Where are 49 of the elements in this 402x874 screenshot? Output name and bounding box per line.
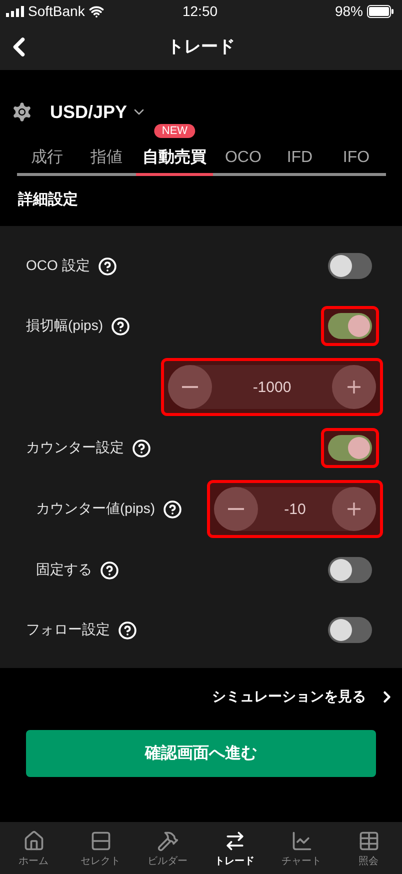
battery-percent: 98%: [334, 3, 364, 19]
help-icon[interactable]: [100, 560, 119, 580]
toggle-switch[interactable]: [328, 617, 372, 643]
setting-label: カウンター値(pips): [36, 500, 156, 518]
stepper-value: -1000: [252, 378, 292, 396]
signal-icon: [6, 6, 24, 16]
tab-bar-item[interactable]: トレード: [201, 822, 268, 874]
plus-button[interactable]: [332, 487, 376, 531]
tab-bar-item[interactable]: ホーム: [0, 822, 67, 874]
confirm-button[interactable]: 確認画面へ進む: [26, 730, 376, 777]
two-rows-icon: [90, 830, 112, 852]
chart-icon: [290, 830, 312, 852]
help-icon[interactable]: [132, 438, 151, 458]
hammer-icon: [156, 830, 178, 852]
battery-icon: [367, 4, 394, 18]
order-tab[interactable]: IFO: [326, 142, 386, 176]
order-tab[interactable]: OCO: [213, 142, 273, 176]
home-icon: [22, 830, 44, 852]
tab-bar-item[interactable]: ビルダー: [134, 822, 201, 874]
setting-label: カウンター設定: [26, 439, 124, 457]
wifi-icon: [88, 4, 104, 18]
toggle-switch[interactable]: [328, 253, 372, 279]
help-icon[interactable]: [98, 256, 117, 276]
help-icon[interactable]: [163, 500, 182, 518]
order-tab[interactable]: 指値: [76, 142, 136, 176]
setting-label: フォロー設定: [26, 621, 110, 639]
stepper-value: -10: [284, 500, 306, 518]
section-title: 詳細設定: [16, 190, 79, 210]
screen-title: トレード: [167, 36, 235, 58]
minus-icon: [228, 508, 244, 510]
setting-label: 固定する: [36, 561, 92, 579]
carrier-name: SoftBank: [28, 3, 85, 19]
setting-label: OCO 設定: [26, 257, 90, 275]
simulation-link[interactable]: シミュレーションを見る: [212, 688, 396, 706]
help-icon[interactable]: [118, 620, 137, 640]
plus-button[interactable]: [332, 365, 376, 409]
order-tab[interactable]: IFD: [272, 142, 326, 176]
toggle-switch[interactable]: [328, 557, 372, 583]
setting-label: 損切幅(pips): [26, 317, 104, 335]
tab-bar-item[interactable]: 照会: [335, 822, 402, 874]
new-badge: NEW: [154, 124, 196, 138]
order-tab[interactable]: 成行: [17, 142, 77, 176]
tab-bar-item[interactable]: セレクト: [67, 822, 134, 874]
clock: 12:50: [182, 3, 218, 19]
tab-bar-item[interactable]: チャート: [268, 822, 335, 874]
minus-icon: [182, 386, 198, 388]
help-icon[interactable]: [111, 316, 130, 336]
table-icon: [358, 830, 380, 852]
currency-pair-dropdown[interactable]: USD/JPY: [50, 102, 148, 122]
